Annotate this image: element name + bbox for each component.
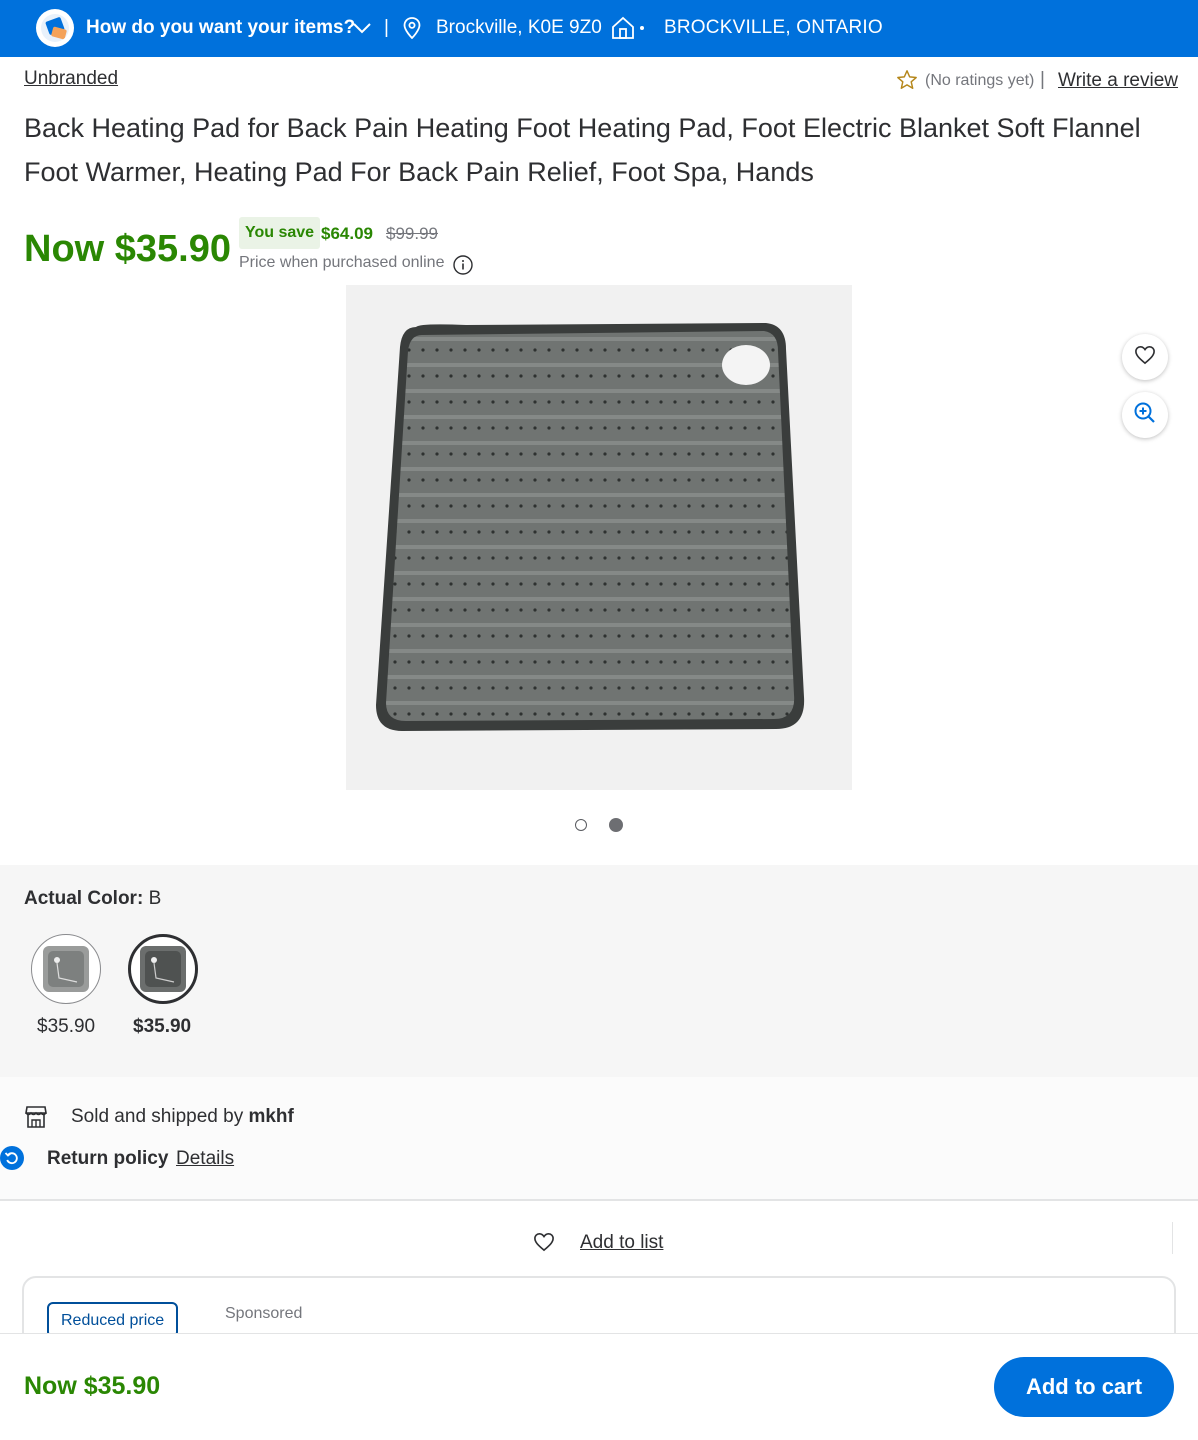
store-icon (611, 16, 635, 45)
storefront-icon (25, 1105, 47, 1134)
top-header-bar: How do you want your items? | Brockville… (0, 0, 1198, 57)
header-dot-separator (640, 26, 644, 30)
color-label: Actual Color: B (24, 888, 161, 910)
return-icon (0, 1146, 24, 1170)
heart-icon[interactable] (533, 1232, 555, 1257)
color-value: B (148, 888, 162, 909)
rating-separator: | (1040, 69, 1045, 90)
star-icon (896, 69, 918, 96)
swatch-price-selected: $35.90 (133, 1016, 192, 1037)
rating-text: (No ratings yet) (925, 72, 1035, 89)
gallery-pagination (575, 818, 623, 832)
product-image[interactable] (346, 285, 852, 790)
color-swatch-b[interactable] (128, 934, 198, 1004)
add-to-cart-button[interactable]: Add to cart (994, 1357, 1174, 1417)
header-separator: | (384, 17, 389, 38)
gallery-dot-2[interactable] (609, 818, 623, 832)
return-policy-label: Return policy (47, 1148, 169, 1169)
return-details-link[interactable]: Details (176, 1148, 234, 1170)
swatch-thumbnail (140, 946, 186, 992)
current-price: Now $35.90 (24, 228, 231, 270)
bottom-price: Now $35.90 (24, 1372, 161, 1400)
brand-link[interactable]: Unbranded (24, 68, 118, 90)
swatch-price: $35.90 (37, 1016, 96, 1037)
add-to-list-link[interactable]: Add to list (580, 1232, 663, 1254)
price-note: Price when purchased online (239, 254, 445, 271)
write-review-link[interactable]: Write a review (1058, 70, 1178, 92)
sold-by-text: Sold and shipped by mkhf (71, 1106, 294, 1128)
favorite-button[interactable] (1122, 334, 1168, 380)
color-label-key: Actual Color: (24, 888, 144, 909)
location-text[interactable]: Brockville, K0E 9Z0 (436, 17, 602, 39)
save-amount: $64.09 (321, 224, 373, 243)
sold-by-prefix: Sold and shipped by (71, 1106, 244, 1127)
fulfillment-prompt[interactable]: How do you want your items? (86, 17, 355, 39)
swatch-thumbnail (43, 946, 89, 992)
heart-icon (1134, 345, 1156, 370)
store-city[interactable]: BROCKVILLE, ONTARIO (664, 17, 883, 39)
divider (1172, 1222, 1173, 1254)
gallery-dot-1[interactable] (575, 819, 587, 831)
chevron-down-icon[interactable] (352, 18, 372, 43)
zoom-in-icon (1133, 401, 1157, 430)
sponsored-label: Sponsored (225, 1305, 303, 1322)
you-save-badge: You save (239, 217, 321, 249)
seller-section (0, 1077, 1198, 1201)
info-icon[interactable] (453, 255, 473, 280)
was-price: $99.99 (386, 224, 438, 243)
location-pin-icon (403, 17, 421, 44)
seller-name[interactable]: mkhf (248, 1106, 293, 1127)
zoom-button[interactable] (1122, 392, 1168, 438)
fulfillment-icon[interactable] (36, 9, 74, 47)
product-title: Back Heating Pad for Back Pain Heating F… (24, 113, 1141, 187)
color-swatch-a[interactable] (31, 934, 101, 1004)
